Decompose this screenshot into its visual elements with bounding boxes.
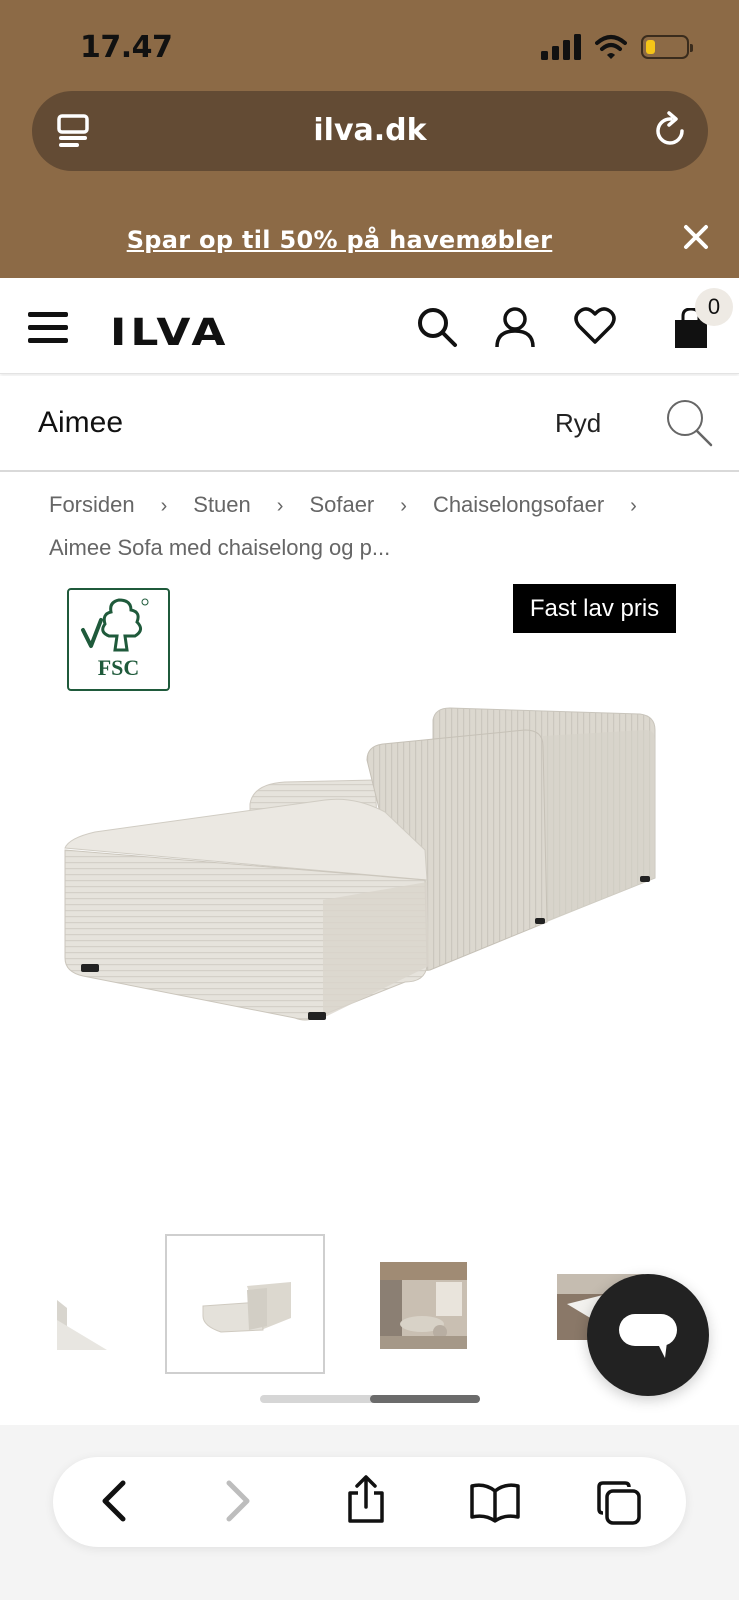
- logo[interactable]: ILVA: [110, 311, 229, 354]
- menu-icon[interactable]: [28, 312, 68, 344]
- carousel-scrollbar-thumb[interactable]: [370, 1395, 480, 1403]
- status-icons: [541, 34, 693, 60]
- status-time: 17.47: [80, 30, 173, 65]
- breadcrumb-separator: ›: [630, 495, 637, 517]
- breadcrumb-separator: ›: [276, 495, 284, 517]
- breadcrumb: Forsiden › Stuen › Sofaer › Chaiselongsofaer › …: [49, 484, 709, 569]
- breadcrumb-current: Aimee Sofa med chaiselong og p...: [49, 535, 391, 560]
- back-icon[interactable]: [99, 1479, 129, 1523]
- url-text[interactable]: ilva.dk: [32, 113, 708, 148]
- browser-toolbar-area: [0, 1425, 739, 1600]
- thumbnail-2[interactable]: [165, 1234, 325, 1374]
- thumbnail-1[interactable]: [57, 1260, 107, 1350]
- search-bar: Aimee Ryd: [0, 376, 739, 472]
- battery-icon: [641, 35, 693, 59]
- address-bar[interactable]: ilva.dk: [32, 91, 708, 171]
- tabs-icon[interactable]: [595, 1479, 643, 1527]
- account-icon[interactable]: [494, 306, 536, 348]
- chat-button[interactable]: [587, 1274, 709, 1396]
- breadcrumb-item-sofaer[interactable]: Sofaer: [309, 492, 374, 517]
- promo-link[interactable]: Spar op til 50% på havemøbler: [0, 226, 679, 254]
- breadcrumb-separator: ›: [400, 495, 407, 517]
- breadcrumb-item-forsiden[interactable]: Forsiden: [49, 492, 135, 517]
- thumbnail-3[interactable]: [380, 1262, 467, 1349]
- clear-search-button[interactable]: Ryd: [555, 408, 601, 439]
- reload-icon[interactable]: [654, 111, 688, 149]
- search-icon[interactable]: [416, 306, 458, 348]
- breadcrumb-separator: ›: [160, 495, 168, 517]
- search-submit-icon[interactable]: [665, 398, 713, 448]
- breadcrumb-item-stuen[interactable]: Stuen: [193, 492, 251, 517]
- tree-check-logo: [81, 598, 149, 652]
- wifi-icon: [595, 35, 627, 59]
- thumbnail-image: [202, 1282, 291, 1333]
- browser-header: 17.47 ilva.dk Spar op til 50% på havemøb…: [0, 0, 739, 278]
- fsc-certification-badge: FSC: [67, 588, 170, 691]
- carousel-scrollbar[interactable]: [260, 1395, 480, 1403]
- chat-icon: [619, 1314, 677, 1358]
- thumbnail-image: [380, 1262, 467, 1349]
- cart-count-badge: 0: [695, 288, 733, 326]
- signal-icon: [541, 34, 581, 60]
- product-image[interactable]: [55, 700, 685, 1060]
- search-input[interactable]: Aimee: [38, 406, 123, 440]
- share-icon[interactable]: [346, 1475, 386, 1525]
- browser-toolbar: [53, 1457, 686, 1547]
- price-badge: Fast lav pris: [513, 584, 676, 633]
- fsc-label: FSC: [97, 655, 140, 680]
- breadcrumb-item-chaiselongsofaer[interactable]: Chaiselongsofaer: [433, 492, 604, 517]
- bookmarks-icon[interactable]: [469, 1483, 521, 1523]
- close-icon[interactable]: [683, 224, 709, 250]
- forward-icon: [226, 1480, 250, 1522]
- site-header: ILVA 0: [0, 278, 739, 374]
- heart-icon[interactable]: [574, 306, 616, 346]
- thumbnail-image: [57, 1260, 107, 1350]
